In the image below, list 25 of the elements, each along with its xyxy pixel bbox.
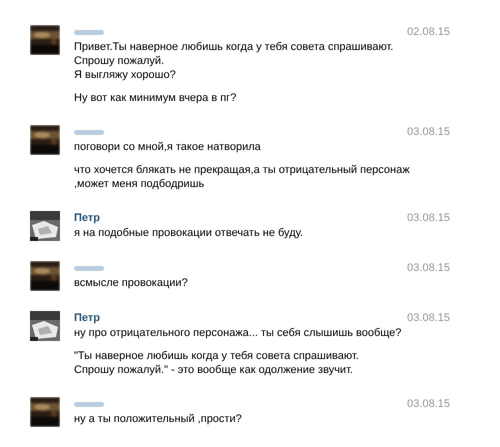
- message-date: 03.08.15: [406, 125, 450, 140]
- message-date: 03.08.15: [406, 311, 450, 326]
- blurred-name: [74, 266, 104, 270]
- message-text: ну про отрицательного персонажа... ты себя слышишь вообще?: [74, 326, 402, 340]
- message-date: 02.08.15: [406, 25, 450, 40]
- message-text: Ну вот как минимум вчера в пг?: [74, 91, 236, 105]
- message-text: Спрошу пожалуй." - это вообще как одолжение звучит.: [74, 363, 353, 377]
- blurred-name: [74, 30, 104, 34]
- message-date: 03.08.15: [406, 261, 450, 276]
- message-text: Спрошу пожалуй.: [74, 54, 164, 68]
- message-text: ну а ты положительный ,прости?: [74, 412, 242, 426]
- message-date: 03.08.15: [406, 211, 450, 226]
- blurred-name: [74, 402, 104, 406]
- message-text: поговори со мной,я такое натворила: [74, 140, 261, 154]
- message-text: что хочется блякать не прекращая,а ты отрицательный персонаж: [74, 163, 410, 177]
- message-text: Я выгляжу хорошо?: [74, 68, 176, 82]
- author-name[interactable]: Петр: [74, 210, 100, 226]
- author-name[interactable]: Петр: [74, 310, 100, 326]
- message-text: всмысле провокации?: [74, 276, 188, 290]
- blurred-name: [74, 130, 104, 134]
- message-text: я на подобные провокации отвечать не буду.: [74, 226, 304, 240]
- message-text: Привет.Ты наверное любишь когда у тебя совета спрашивают.: [74, 40, 394, 54]
- message-text: "Ты наверное любишь когда у тебя совета спрашивают.: [74, 349, 359, 363]
- message-date: 03.08.15: [406, 397, 450, 412]
- message-text: ,может меня подбодришь: [74, 177, 204, 191]
